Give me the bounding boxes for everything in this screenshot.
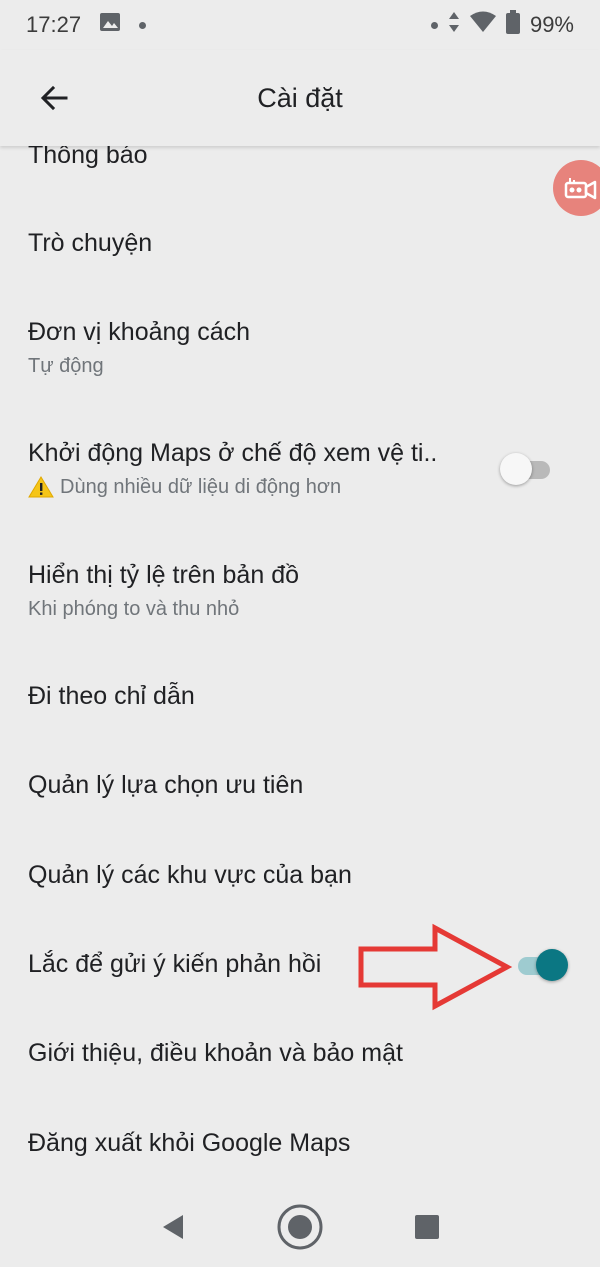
nav-recents-button[interactable] <box>397 1197 457 1257</box>
setting-title: Giới thiệu, điều khoản và bảo mật <box>28 1039 403 1067</box>
setting-follow-directions[interactable]: Đi theo chỉ dẫn <box>0 681 600 711</box>
app-bar: Cài đặt <box>0 50 600 146</box>
recents-square-icon <box>414 1215 439 1239</box>
setting-subtitle-text: Tự động <box>28 355 104 377</box>
nav-back-button[interactable] <box>143 1197 203 1257</box>
notification-dot-icon <box>139 21 147 29</box>
back-triangle-icon <box>163 1215 184 1239</box>
page-title: Cài đặt <box>257 82 343 113</box>
setting-title: Đi theo chỉ dẫn <box>28 682 195 710</box>
screen-record-button[interactable] <box>553 160 600 216</box>
battery-icon <box>505 10 520 40</box>
back-button[interactable] <box>24 68 84 128</box>
home-circle-icon <box>277 1204 323 1250</box>
gallery-icon <box>99 12 121 38</box>
system-nav-bar <box>0 1187 600 1267</box>
setting-title: Quản lý lựa chọn ưu tiên <box>28 771 304 799</box>
toggle-thumb <box>500 453 532 485</box>
video-camera-icon <box>564 178 597 200</box>
settings-list: Thông báo Trò chuyện Đơn vị khoảng cách … <box>0 146 600 1186</box>
nav-home-button[interactable] <box>270 1197 330 1257</box>
setting-about-terms-privacy[interactable]: Giới thiệu, điều khoản và bảo mật <box>0 1038 600 1068</box>
setting-title: Hiển thị tỷ lệ trên bản đồ <box>28 561 299 589</box>
setting-chat[interactable]: Trò chuyện <box>0 228 600 258</box>
setting-title: Quản lý các khu vực của bạn <box>28 861 352 889</box>
status-dot-icon <box>430 21 438 29</box>
setting-sign-out[interactable]: Đăng xuất khỏi Google Maps <box>0 1128 600 1158</box>
setting-show-scale[interactable]: Hiển thị tỷ lệ trên bản đồ Khi phóng to … <box>0 560 600 622</box>
setting-subtitle: Dùng nhiều dữ liệu di động hơn <box>28 474 572 500</box>
setting-subtitle: Khi phóng to và thu nhỏ <box>28 596 572 622</box>
setting-distance-units[interactable]: Đơn vị khoảng cách Tự động <box>0 317 600 379</box>
satellite-view-toggle[interactable] <box>500 452 556 486</box>
status-time: 17:27 <box>26 12 82 37</box>
data-arrows-icon <box>448 11 460 39</box>
status-right: 99% <box>430 10 574 40</box>
toggle-thumb <box>536 949 568 981</box>
status-bar: 17:27 99% <box>0 0 600 50</box>
setting-manage-areas[interactable]: Quản lý các khu vực của bạn <box>0 860 600 890</box>
setting-notifications[interactable]: Thông báo <box>0 146 600 170</box>
shake-feedback-toggle[interactable] <box>512 948 568 982</box>
setting-title: Thông báo <box>28 146 148 169</box>
setting-title: Khởi động Maps ở chế độ xem vệ ti.. <box>28 439 438 467</box>
setting-subtitle: Tự động <box>28 353 572 379</box>
setting-subtitle-text: Khi phóng to và thu nhỏ <box>28 598 240 620</box>
battery-percent: 99% <box>529 12 574 37</box>
warning-icon <box>28 476 54 498</box>
arrow-back-icon <box>40 85 68 111</box>
setting-title: Trò chuyện <box>28 229 153 257</box>
annotation-arrow-icon <box>358 923 513 1011</box>
setting-title: Đơn vị khoảng cách <box>28 318 251 346</box>
screen: 17:27 99% Cài đặt Thông báo Trò chuyện Đ… <box>0 0 600 1267</box>
status-left: 17:27 <box>26 12 147 38</box>
setting-title: Đăng xuất khỏi Google Maps <box>28 1129 351 1157</box>
setting-subtitle-text: Dùng nhiều dữ liệu di động hơn <box>60 476 342 498</box>
wifi-icon <box>469 11 496 39</box>
setting-manage-preferences[interactable]: Quản lý lựa chọn ưu tiên <box>0 770 600 800</box>
